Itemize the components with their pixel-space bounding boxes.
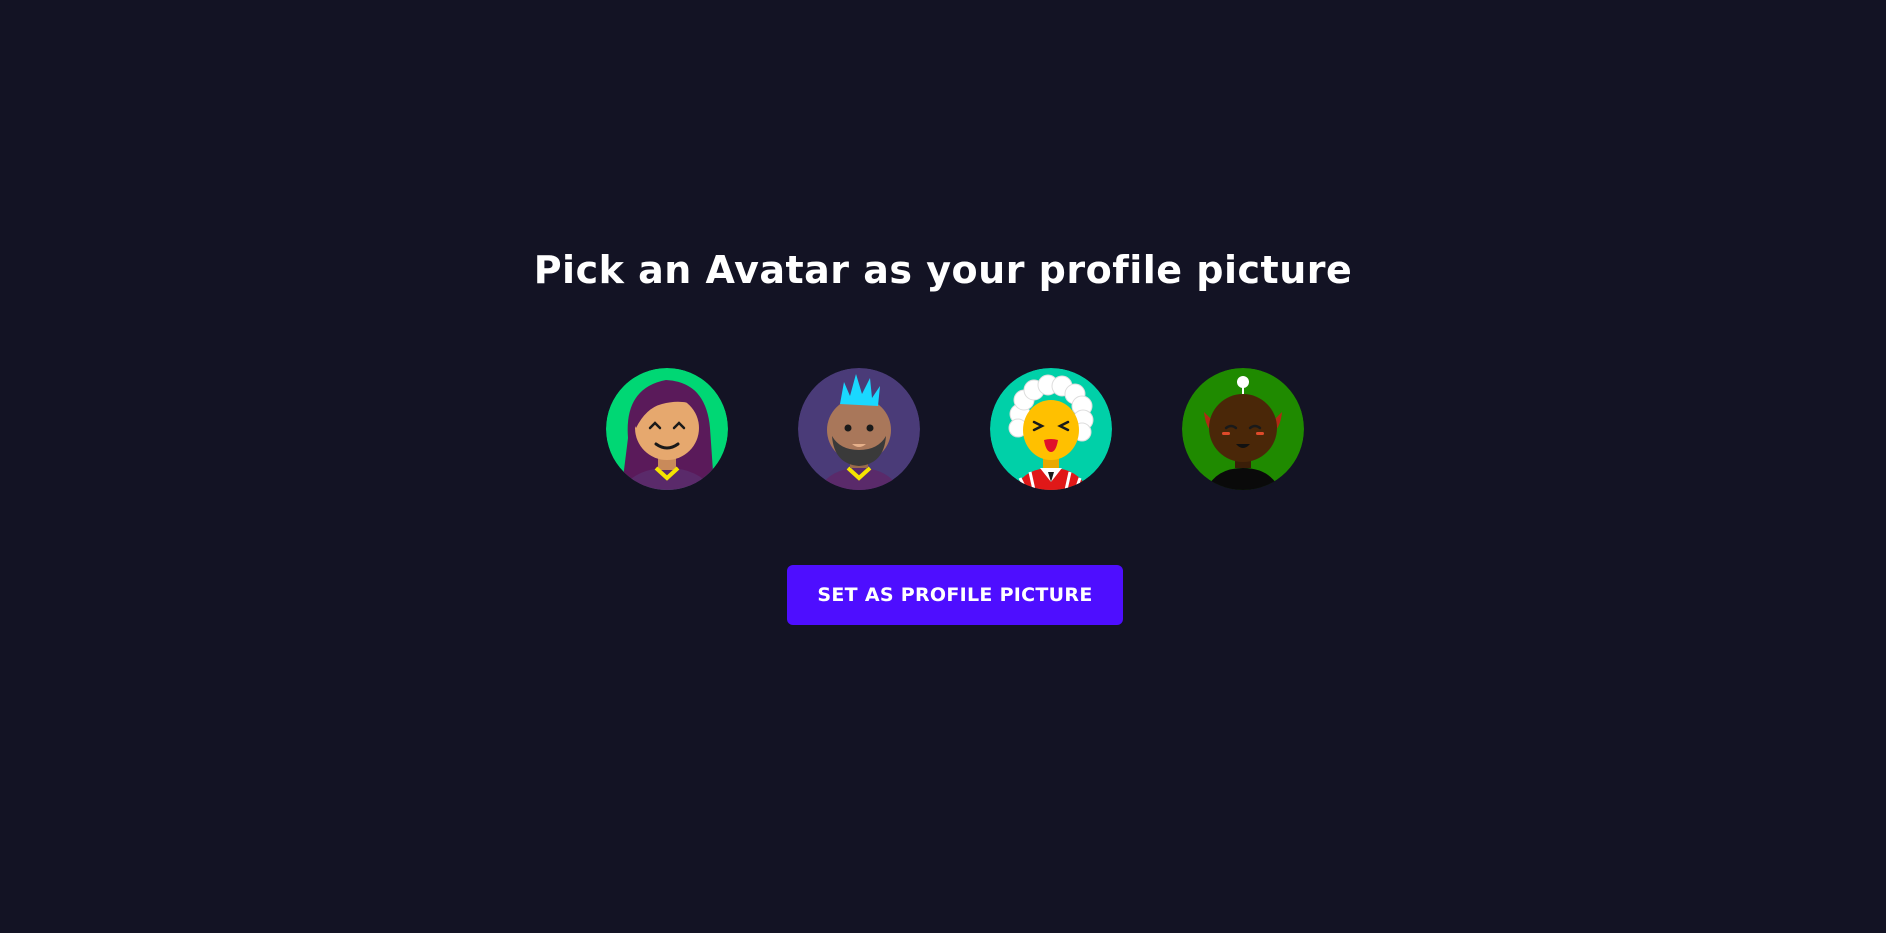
avatar-option-3[interactable]: [990, 368, 1112, 490]
avatar-list: [606, 368, 1304, 490]
avatar-option-1[interactable]: [606, 368, 728, 490]
avatar-option-2[interactable]: [798, 368, 920, 490]
avatar-woman-purple-hair-icon: [606, 368, 728, 490]
avatar-alien-green-icon: [1182, 368, 1304, 490]
avatar-picker: Pick an Avatar as your profile picture S…: [0, 0, 1886, 933]
avatar-option-4[interactable]: [1182, 368, 1304, 490]
set-profile-picture-button[interactable]: Set as Profile Picture: [787, 565, 1123, 625]
avatar-man-blue-mohawk-icon: [798, 368, 920, 490]
page-title: Pick an Avatar as your profile picture: [533, 248, 1353, 292]
avatar-white-curly-hair-icon: [990, 368, 1112, 490]
